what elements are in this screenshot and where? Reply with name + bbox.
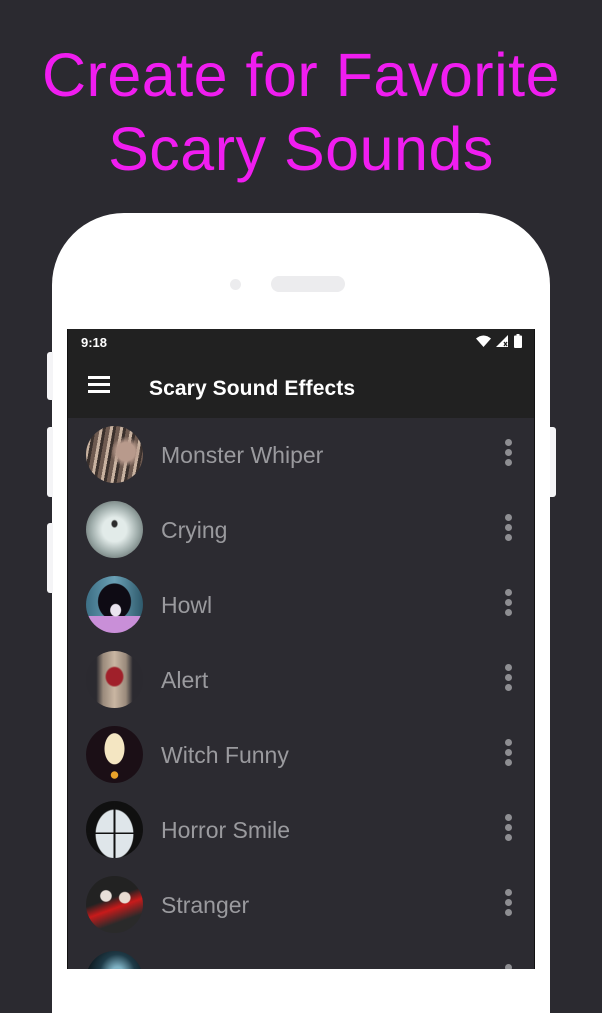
- sound-thumbnail: [86, 726, 143, 783]
- front-camera: [230, 279, 241, 290]
- sound-thumbnail: [86, 426, 143, 483]
- phone-side-button: [550, 427, 556, 497]
- hamburger-menu-icon[interactable]: [88, 376, 110, 394]
- status-icons: [476, 334, 522, 348]
- more-vertical-icon[interactable]: [500, 514, 516, 544]
- promo-line-1: Create for Favorite: [41, 41, 561, 109]
- earpiece-speaker: [271, 276, 345, 292]
- sound-thumbnail: [86, 576, 143, 633]
- app-screen: 9:18 Scary Sound Effects Monster Whiper …: [67, 329, 535, 969]
- signal-icon: [496, 335, 508, 347]
- more-vertical-icon[interactable]: [500, 814, 516, 844]
- sound-label: Stranger: [161, 892, 250, 918]
- more-vertical-icon[interactable]: [500, 589, 516, 619]
- sound-label: Monster Whiper: [161, 442, 324, 468]
- sound-thumbnail: [86, 651, 143, 708]
- phone-side-button: [47, 523, 53, 593]
- phone-side-button: [47, 352, 53, 400]
- sound-label: Howl: [161, 592, 213, 618]
- toolbar: Scary Sound Effects: [68, 357, 534, 418]
- sound-label: Horror Smile: [161, 817, 291, 843]
- more-vertical-icon[interactable]: [500, 964, 516, 969]
- sound-thumbnail: [86, 951, 143, 969]
- more-vertical-icon[interactable]: [500, 664, 516, 694]
- sound-list-item[interactable]: Howl: [68, 568, 534, 643]
- phone-side-button: [47, 427, 53, 497]
- wifi-icon: [476, 335, 491, 347]
- more-vertical-icon[interactable]: [500, 889, 516, 919]
- status-time: 9:18: [81, 335, 108, 350]
- more-vertical-icon[interactable]: [500, 739, 516, 769]
- sound-thumbnail: [86, 876, 143, 933]
- sound-list: Monster Whiper Crying Howl Alert Witch F…: [68, 418, 534, 969]
- sound-list-item[interactable]: Horror Smile: [68, 793, 534, 868]
- promo-line-2: Scary Sounds: [108, 115, 494, 183]
- promo-headline: Create for Favorite Scary Sounds: [0, 38, 602, 186]
- sound-list-item[interactable]: Crying: [68, 493, 534, 568]
- sound-label: Crying: [161, 517, 228, 543]
- battery-icon: [514, 334, 522, 348]
- sound-thumbnail: [86, 501, 143, 558]
- app-bar: 9:18 Scary Sound Effects: [68, 329, 534, 418]
- sound-label: Alert: [161, 667, 209, 693]
- sound-thumbnail: [86, 801, 143, 858]
- sound-list-item[interactable]: [68, 943, 534, 969]
- more-vertical-icon[interactable]: [500, 439, 516, 469]
- sound-label: Witch Funny: [161, 742, 289, 768]
- app-title: Scary Sound Effects: [149, 377, 356, 400]
- sound-list-item[interactable]: Stranger: [68, 868, 534, 943]
- sound-list-item[interactable]: Monster Whiper: [68, 418, 534, 493]
- sound-list-item[interactable]: Alert: [68, 643, 534, 718]
- sound-list-item[interactable]: Witch Funny: [68, 718, 534, 793]
- status-bar: 9:18: [68, 329, 534, 357]
